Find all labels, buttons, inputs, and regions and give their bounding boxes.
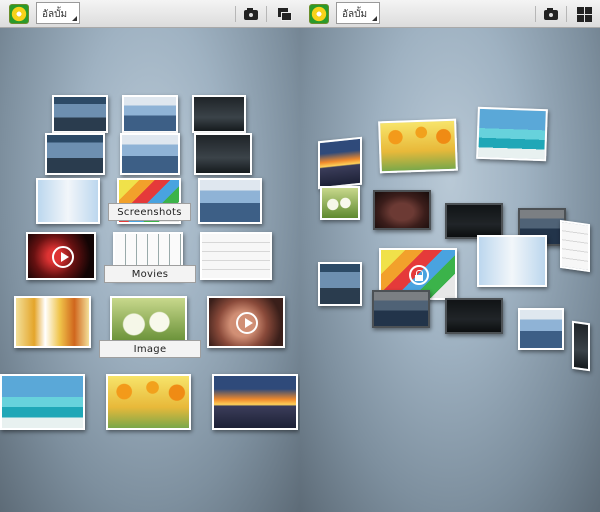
album-thumbnail[interactable] bbox=[122, 95, 178, 133]
grid-view-icon[interactable] bbox=[575, 5, 593, 23]
album-thumbnail[interactable] bbox=[212, 374, 298, 430]
album-label-screenshots[interactable]: Screenshots bbox=[108, 203, 191, 221]
album-thumbnail[interactable] bbox=[26, 232, 96, 280]
toolbar-separator bbox=[266, 6, 267, 22]
album-thumbnail[interactable] bbox=[14, 296, 91, 348]
album-thumbnail[interactable] bbox=[106, 374, 191, 430]
top-toolbar: อัลบั้ม bbox=[300, 0, 600, 28]
lock-icon bbox=[409, 265, 429, 285]
album-thumbnail[interactable] bbox=[192, 95, 246, 133]
camera-icon[interactable] bbox=[542, 5, 560, 23]
gallery-carousel-screen: อัลบั้ม bbox=[300, 0, 600, 512]
album-thumbnail[interactable] bbox=[207, 296, 285, 348]
carousel-photo[interactable] bbox=[518, 308, 564, 350]
toolbar-separator bbox=[566, 6, 567, 22]
carousel-photo[interactable] bbox=[372, 290, 430, 328]
play-icon bbox=[52, 246, 74, 268]
carousel-photo[interactable] bbox=[320, 186, 360, 220]
carousel-photo[interactable] bbox=[477, 235, 547, 287]
album-label-movies[interactable]: Movies bbox=[104, 265, 196, 283]
carousel-photo[interactable] bbox=[560, 219, 590, 273]
gallery-app-icon[interactable] bbox=[309, 4, 329, 24]
top-toolbar: อัลบั้ม bbox=[0, 0, 300, 28]
album-thumbnail[interactable] bbox=[52, 95, 108, 133]
album-dropdown[interactable]: อัลบั้ม bbox=[36, 2, 80, 24]
gallery-app-icon[interactable] bbox=[9, 4, 29, 24]
carousel-photo[interactable] bbox=[378, 118, 458, 174]
camera-icon[interactable] bbox=[242, 5, 260, 23]
carousel-photo[interactable] bbox=[445, 203, 503, 239]
carousel-photo[interactable] bbox=[572, 320, 590, 372]
album-dropdown[interactable]: อัลบั้ม bbox=[336, 2, 380, 24]
carousel-photo[interactable] bbox=[445, 298, 503, 334]
toolbar-separator bbox=[235, 6, 236, 22]
album-label-image[interactable]: Image bbox=[99, 340, 201, 358]
album-thumbnail[interactable] bbox=[45, 133, 105, 175]
stack-view-icon[interactable] bbox=[275, 5, 293, 23]
carousel-photo[interactable] bbox=[318, 136, 362, 190]
toolbar-separator bbox=[535, 6, 536, 22]
album-thumbnail[interactable] bbox=[36, 178, 100, 224]
album-thumbnail[interactable] bbox=[194, 133, 252, 175]
carousel-photo[interactable] bbox=[318, 262, 362, 306]
album-thumbnail[interactable] bbox=[120, 133, 180, 175]
album-thumbnail[interactable] bbox=[0, 374, 85, 430]
carousel-photo[interactable] bbox=[476, 106, 548, 162]
play-icon bbox=[236, 312, 258, 334]
gallery-albums-screen: อัลบั้ม Screenshots Movies Image bbox=[0, 0, 300, 512]
carousel-photo[interactable] bbox=[373, 190, 431, 230]
album-thumbnail[interactable] bbox=[198, 178, 262, 224]
album-thumbnail[interactable] bbox=[200, 232, 272, 280]
